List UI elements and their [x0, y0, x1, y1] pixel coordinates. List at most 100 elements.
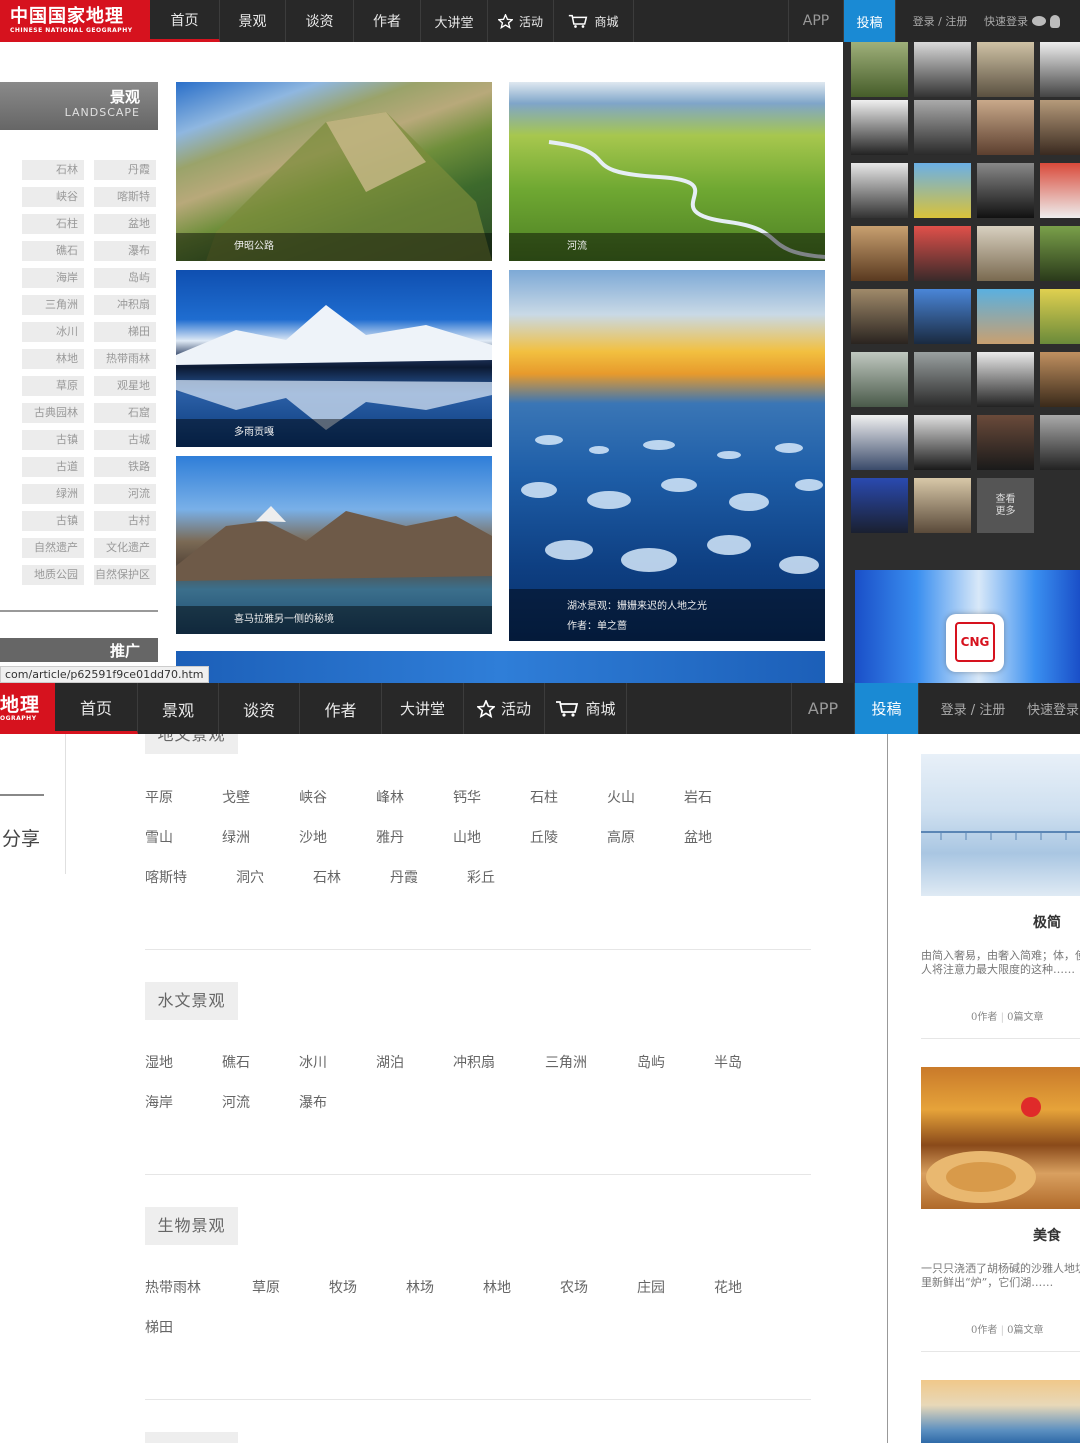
- tag-item[interactable]: 自然保护区: [94, 565, 156, 585]
- keyword-link[interactable]: 石柱: [530, 787, 558, 807]
- keyword-link[interactable]: 雅丹: [376, 827, 404, 847]
- author-avatar[interactable]: [914, 163, 971, 218]
- tag-item[interactable]: 热带雨林: [94, 349, 156, 369]
- keyword-link[interactable]: 庄园: [637, 1277, 665, 1297]
- keyword-link[interactable]: 半岛: [714, 1052, 742, 1072]
- keyword-link[interactable]: 石林: [313, 867, 341, 887]
- nav-talk[interactable]: 谈资: [286, 0, 354, 42]
- tag-item[interactable]: 礁石: [22, 241, 84, 261]
- nav-home[interactable]: 首页: [55, 683, 138, 734]
- author-avatar[interactable]: [1040, 415, 1080, 470]
- nav-activity[interactable]: 活动: [464, 683, 545, 734]
- keyword-link[interactable]: 岛屿: [637, 1052, 665, 1072]
- tag-item[interactable]: 古典园林: [22, 403, 84, 423]
- keyword-link[interactable]: 丹霞: [390, 867, 418, 887]
- author-avatar[interactable]: [977, 42, 1034, 97]
- photo-card[interactable]: 伊昭公路: [176, 82, 492, 261]
- nav-shop[interactable]: 商城: [554, 0, 634, 42]
- tag-item[interactable]: 三角洲: [22, 295, 84, 315]
- keyword-link[interactable]: 盆地: [684, 827, 712, 847]
- keyword-link[interactable]: 三角洲: [545, 1052, 587, 1072]
- tag-item[interactable]: 草原: [22, 376, 84, 396]
- share-button[interactable]: 分享: [2, 824, 40, 851]
- tag-item[interactable]: 石窟: [94, 403, 156, 423]
- keyword-link[interactable]: 海岸: [145, 1092, 173, 1112]
- topic-card-title[interactable]: 极简: [1033, 912, 1061, 932]
- keyword-link[interactable]: 热带雨林: [145, 1277, 201, 1297]
- nav-home[interactable]: 首页: [150, 0, 220, 42]
- login-register-link[interactable]: 登录 / 注册: [919, 683, 1027, 734]
- nav-shop[interactable]: 商城: [545, 683, 627, 734]
- tag-item[interactable]: 瀑布: [94, 241, 156, 261]
- submit-button[interactable]: 投稿: [844, 0, 896, 42]
- tag-item[interactable]: 喀斯特: [94, 187, 156, 207]
- author-avatar[interactable]: [851, 226, 908, 281]
- login-register-link[interactable]: 登录 / 注册: [896, 0, 984, 42]
- quick-login[interactable]: 快速登录: [1027, 683, 1080, 734]
- nav-talk[interactable]: 谈资: [219, 683, 300, 734]
- keyword-link[interactable]: 礁石: [222, 1052, 250, 1072]
- author-avatar[interactable]: [1040, 226, 1080, 281]
- author-avatar[interactable]: [977, 163, 1034, 218]
- tag-item[interactable]: 石林: [22, 160, 84, 180]
- keyword-link[interactable]: 花地: [714, 1277, 742, 1297]
- keyword-link[interactable]: 河流: [222, 1092, 250, 1112]
- keyword-link[interactable]: 戈壁: [222, 787, 250, 807]
- author-avatar[interactable]: [1040, 100, 1080, 155]
- photo-card[interactable]: 湖冰景观：姗姗来迟的人地之光 作者：单之蔷: [509, 270, 825, 641]
- photo-card[interactable]: 喜马拉雅另一侧的秘境: [176, 456, 492, 634]
- keyword-link[interactable]: 洞穴: [236, 867, 264, 887]
- more-authors-button[interactable]: 查看 更多: [977, 478, 1034, 533]
- tag-item[interactable]: 铁路: [94, 457, 156, 477]
- nav-activity[interactable]: 活动: [488, 0, 554, 42]
- topic-card-image[interactable]: [921, 1067, 1080, 1209]
- tag-item[interactable]: 盆地: [94, 214, 156, 234]
- author-avatar[interactable]: [1040, 289, 1080, 344]
- keyword-link[interactable]: 雪山: [145, 827, 173, 847]
- tag-item[interactable]: 古镇: [22, 430, 84, 450]
- author-avatar[interactable]: [851, 352, 908, 407]
- tag-item[interactable]: 梯田: [94, 322, 156, 342]
- author-avatar[interactable]: [851, 289, 908, 344]
- author-avatar[interactable]: [851, 42, 908, 97]
- keyword-link[interactable]: 彩丘: [467, 867, 495, 887]
- author-avatar[interactable]: [914, 100, 971, 155]
- keyword-link[interactable]: 钙华: [453, 787, 481, 807]
- submit-button[interactable]: 投稿: [855, 683, 919, 734]
- topic-card-image[interactable]: [921, 754, 1080, 896]
- keyword-link[interactable]: 火山: [607, 787, 635, 807]
- author-avatar[interactable]: [1040, 163, 1080, 218]
- keyword-link[interactable]: 林场: [406, 1277, 434, 1297]
- keyword-link[interactable]: 牧场: [329, 1277, 357, 1297]
- tag-item[interactable]: 古城: [94, 430, 156, 450]
- tag-item[interactable]: 林地: [22, 349, 84, 369]
- author-avatar[interactable]: [851, 478, 908, 533]
- keyword-link[interactable]: 草原: [252, 1277, 280, 1297]
- author-avatar[interactable]: [914, 42, 971, 97]
- keyword-link[interactable]: 冰川: [299, 1052, 327, 1072]
- author-avatar[interactable]: [977, 352, 1034, 407]
- tag-item[interactable]: 古镇: [22, 511, 84, 531]
- keyword-link[interactable]: 梯田: [145, 1317, 173, 1337]
- keyword-link[interactable]: 丘陵: [530, 827, 558, 847]
- author-avatar[interactable]: [914, 226, 971, 281]
- nav-authors[interactable]: 作者: [354, 0, 421, 42]
- tag-item[interactable]: 岛屿: [94, 268, 156, 288]
- author-avatar[interactable]: [914, 352, 971, 407]
- tag-item[interactable]: 古道: [22, 457, 84, 477]
- author-avatar[interactable]: [977, 289, 1034, 344]
- keyword-link[interactable]: 山地: [453, 827, 481, 847]
- keyword-link[interactable]: 高原: [607, 827, 635, 847]
- nav-landscape[interactable]: 景观: [138, 683, 219, 734]
- tag-item[interactable]: 观星地: [94, 376, 156, 396]
- author-avatar[interactable]: [977, 100, 1034, 155]
- weibo-icon[interactable]: [1032, 16, 1046, 26]
- keyword-link[interactable]: 农场: [560, 1277, 588, 1297]
- tag-item[interactable]: 丹霞: [94, 160, 156, 180]
- author-avatar[interactable]: [914, 478, 971, 533]
- nav-authors[interactable]: 作者: [300, 683, 382, 734]
- banner-image[interactable]: [176, 651, 825, 683]
- tag-item[interactable]: 自然遗产: [22, 538, 84, 558]
- cng-app-icon[interactable]: CNG: [946, 614, 1004, 672]
- tag-item[interactable]: 峡谷: [22, 187, 84, 207]
